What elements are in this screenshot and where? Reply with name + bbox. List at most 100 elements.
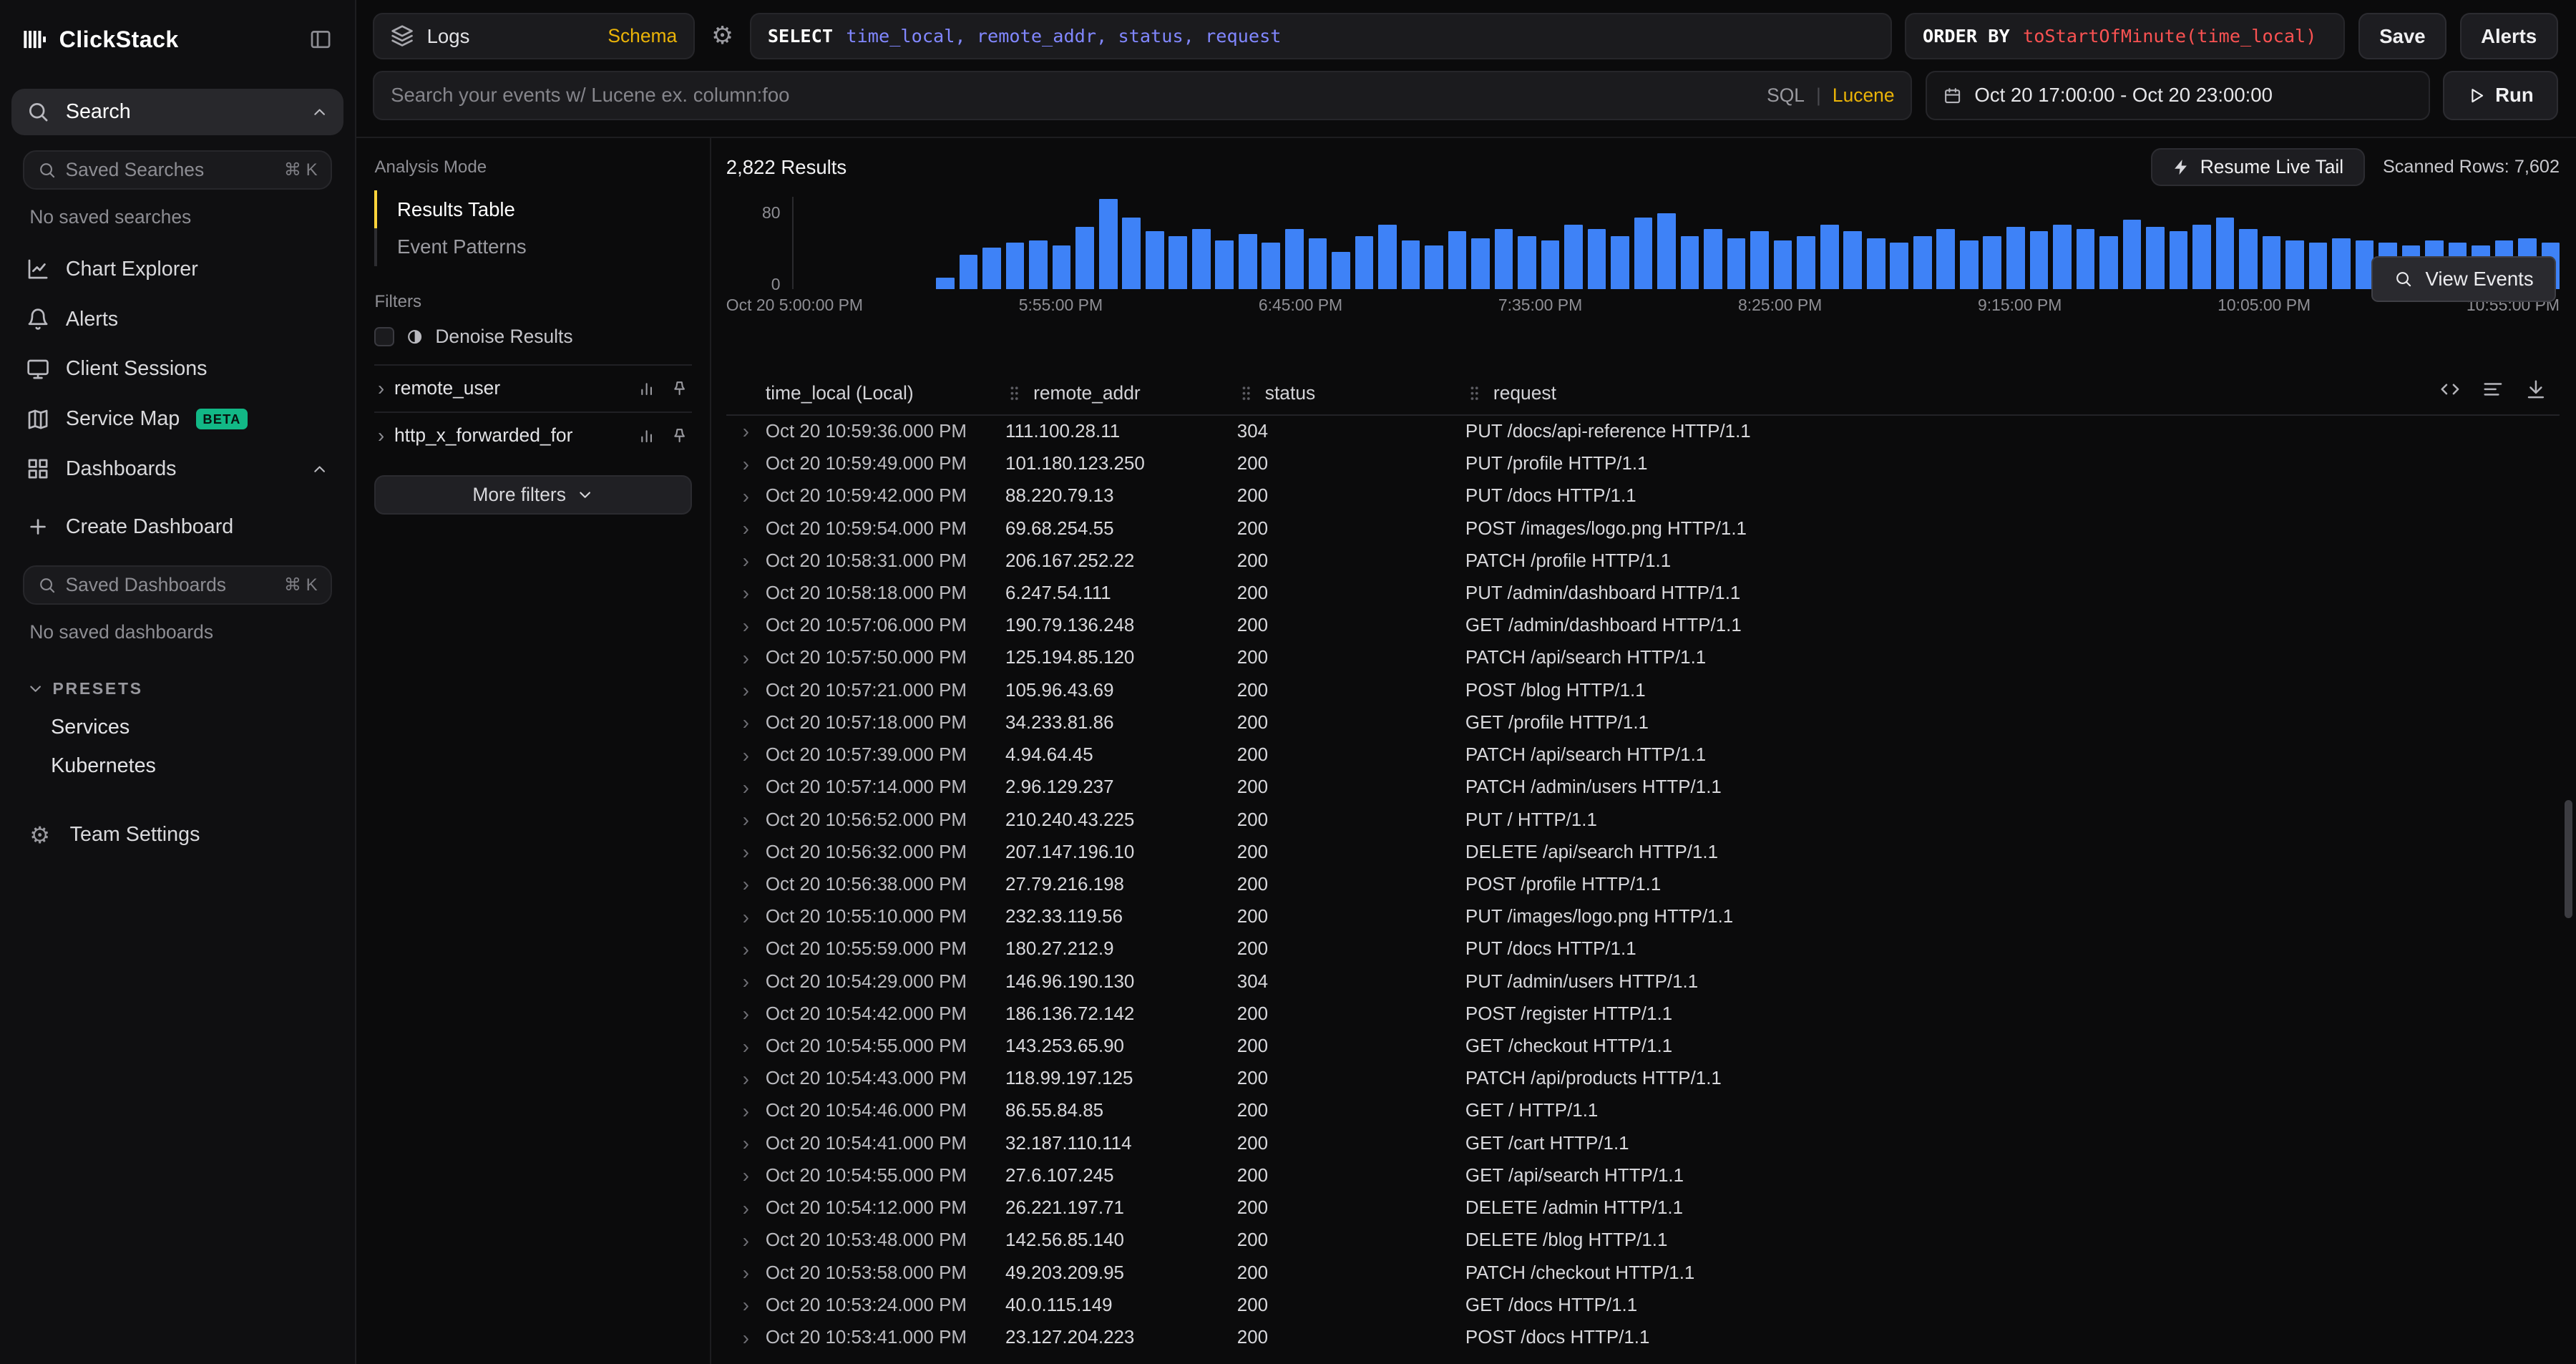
source-settings-gear-icon[interactable]: ⚙ <box>708 24 737 48</box>
table-row[interactable]: ›Oct 20 10:54:55.000 PM27.6.107.245200GE… <box>726 1160 2560 1192</box>
view-events-button[interactable]: View Events <box>2371 256 2556 302</box>
save-button[interactable]: Save <box>2358 13 2446 59</box>
histogram-bar[interactable] <box>1122 218 1141 289</box>
row-expand-icon[interactable]: › <box>726 938 766 961</box>
row-expand-icon[interactable]: › <box>726 906 766 929</box>
row-expand-icon[interactable]: › <box>726 1262 766 1285</box>
histogram-bar[interactable] <box>2053 225 2072 289</box>
denoise-results-toggle[interactable]: Denoise Results <box>374 326 691 348</box>
histogram-bar[interactable] <box>1099 199 1118 288</box>
saved-dashboards-input[interactable] <box>66 574 275 596</box>
table-row[interactable]: ›Oct 20 10:53:48.000 PM142.56.85.140200D… <box>726 1224 2560 1257</box>
histogram-bar[interactable] <box>1867 238 1885 289</box>
app-logo[interactable]: ClickStack <box>23 26 179 53</box>
histogram-bar[interactable] <box>1355 236 1374 289</box>
scrollbar-thumb[interactable] <box>2565 800 2572 918</box>
table-row[interactable]: ›Oct 20 10:55:10.000 PM232.33.119.56200P… <box>726 901 2560 933</box>
sidebar-item-alerts[interactable]: Alerts <box>11 296 343 343</box>
histogram-bar[interactable] <box>1960 240 1979 288</box>
row-expand-icon[interactable]: › <box>726 647 766 670</box>
table-row[interactable]: ›Oct 20 10:53:41.000 PM23.127.204.223200… <box>726 1322 2560 1354</box>
more-filters-button[interactable]: More filters <box>374 475 691 515</box>
row-expand-icon[interactable]: › <box>726 1327 766 1350</box>
table-row[interactable]: ›Oct 20 10:59:42.000 PM88.220.79.13200PU… <box>726 480 2560 512</box>
create-dashboard-button[interactable]: Create Dashboard <box>11 504 343 550</box>
column-settings-icon[interactable] <box>2482 379 2504 400</box>
schema-link[interactable]: Schema <box>608 25 677 47</box>
histogram-bar[interactable] <box>1285 229 1304 289</box>
table-row[interactable]: ›Oct 20 10:57:06.000 PM190.79.136.248200… <box>726 610 2560 642</box>
histogram-bar[interactable] <box>2332 238 2351 289</box>
histogram-bar[interactable] <box>1588 229 1606 289</box>
event-search-box[interactable]: SQL | Lucene <box>373 71 1912 120</box>
histogram-bar[interactable] <box>1774 240 1792 288</box>
denoise-checkbox[interactable] <box>374 327 394 347</box>
row-expand-icon[interactable]: › <box>726 453 766 476</box>
table-row[interactable]: ›Oct 20 10:57:50.000 PM125.194.85.120200… <box>726 642 2560 674</box>
histogram-bar[interactable] <box>1425 245 1443 289</box>
table-row[interactable]: ›Oct 20 10:54:46.000 PM86.55.84.85200GET… <box>726 1095 2560 1127</box>
histogram-bar[interactable] <box>1681 236 1699 289</box>
drag-handle-icon[interactable] <box>1237 384 1255 402</box>
order-by-input[interactable]: ORDER BY toStartOfMinute(time_local) D <box>1905 13 2345 59</box>
histogram-bar[interactable] <box>1146 231 1164 288</box>
histogram-bar[interactable] <box>936 278 955 289</box>
histogram-bar[interactable] <box>2030 231 2049 288</box>
histogram-bar[interactable] <box>2285 240 2304 288</box>
table-row[interactable]: ›Oct 20 10:56:38.000 PM27.79.216.198200P… <box>726 869 2560 901</box>
table-row[interactable]: ›Oct 20 10:54:42.000 PM186.136.72.142200… <box>726 998 2560 1031</box>
row-expand-icon[interactable]: › <box>726 970 766 993</box>
alerts-button[interactable]: Alerts <box>2460 13 2558 59</box>
field-chart-icon[interactable] <box>638 379 655 397</box>
histogram-bar[interactable] <box>1843 231 1862 288</box>
histogram-bar[interactable] <box>2263 236 2281 289</box>
table-row[interactable]: ›Oct 20 10:54:41.000 PM32.187.110.114200… <box>726 1128 2560 1160</box>
histogram-bar[interactable] <box>2146 227 2165 289</box>
drag-handle-icon[interactable] <box>1005 384 1023 402</box>
sidebar-item-chart-explorer[interactable]: Chart Explorer <box>11 246 343 293</box>
sidebar-item-search[interactable]: Search <box>11 89 343 135</box>
table-row[interactable]: ›Oct 20 10:53:58.000 PM49.203.209.95200P… <box>726 1257 2560 1289</box>
row-expand-icon[interactable]: › <box>726 1132 766 1155</box>
sidebar-item-team-settings[interactable]: ⚙ Team Settings <box>11 812 343 858</box>
table-row[interactable]: ›Oct 20 10:57:21.000 PM105.96.43.69200PO… <box>726 675 2560 707</box>
histogram-bar[interactable] <box>1913 236 1932 289</box>
histogram-bar[interactable] <box>1053 245 1071 289</box>
histogram-bar[interactable] <box>1075 227 1094 289</box>
table-row[interactable]: ›Oct 20 10:57:39.000 PM4.94.64.45200PATC… <box>726 739 2560 771</box>
sidebar-item-client-sessions[interactable]: Client Sessions <box>11 346 343 392</box>
histogram-bar[interactable] <box>1448 231 1467 288</box>
histogram-bar[interactable] <box>2123 220 2142 288</box>
row-expand-icon[interactable]: › <box>726 679 766 702</box>
row-expand-icon[interactable]: › <box>726 873 766 896</box>
histogram-bar[interactable] <box>1890 243 1908 288</box>
histogram-bar[interactable] <box>1262 243 1280 288</box>
table-row[interactable]: ›Oct 20 10:55:59.000 PM180.27.212.9200PU… <box>726 933 2560 965</box>
presets-toggle[interactable]: PRESETS <box>0 660 355 708</box>
row-expand-icon[interactable]: › <box>726 1229 766 1252</box>
row-expand-icon[interactable]: › <box>726 1100 766 1123</box>
table-row[interactable]: ›Oct 20 10:57:14.000 PM2.96.129.237200PA… <box>726 771 2560 804</box>
histogram-bar[interactable] <box>1750 231 1769 288</box>
sql-mode-option[interactable]: SQL <box>1767 84 1805 107</box>
mode-event-patterns[interactable]: Event Patterns <box>374 228 691 266</box>
column-header-status[interactable]: status <box>1237 382 1465 404</box>
histogram-bar[interactable] <box>1704 229 1722 289</box>
time-range-picker[interactable]: Oct 20 17:00:00 - Oct 20 23:00:00 <box>1926 71 2430 120</box>
row-expand-icon[interactable]: › <box>726 420 766 443</box>
source-selector[interactable]: Logs Schema <box>373 13 695 59</box>
row-expand-icon[interactable]: › <box>726 776 766 799</box>
histogram-bar[interactable] <box>1471 238 1490 289</box>
table-row[interactable]: ›Oct 20 10:59:54.000 PM69.68.254.55200PO… <box>726 512 2560 545</box>
histogram-bar[interactable] <box>1495 229 1513 289</box>
preset-item-services[interactable]: Services <box>0 708 355 747</box>
table-row[interactable]: ›Oct 20 10:59:36.000 PM111.100.28.11304P… <box>726 416 2560 448</box>
row-expand-icon[interactable]: › <box>726 1164 766 1187</box>
run-button[interactable]: Run <box>2443 71 2558 120</box>
table-row[interactable]: ›Oct 20 10:58:18.000 PM6.247.54.111200PU… <box>726 578 2560 610</box>
histogram-bar[interactable] <box>1239 234 1257 289</box>
histogram-bar[interactable] <box>1634 218 1653 289</box>
row-expand-icon[interactable]: › <box>726 841 766 864</box>
table-row[interactable]: ›Oct 20 10:54:12.000 PM26.221.197.71200D… <box>726 1192 2560 1224</box>
histogram-bar[interactable] <box>2216 218 2235 289</box>
